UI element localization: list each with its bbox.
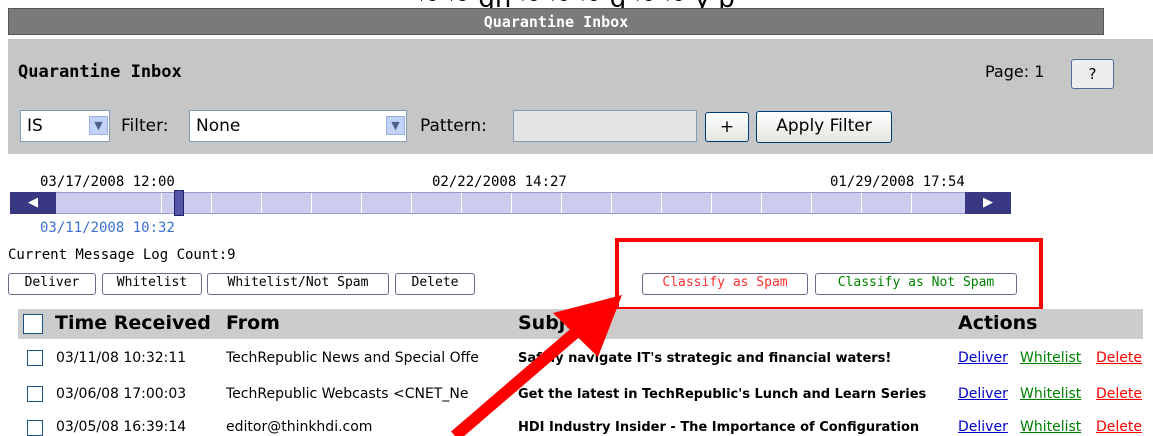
annotation-arrow (451, 295, 622, 436)
annotation-arrow-shaft (451, 315, 594, 436)
